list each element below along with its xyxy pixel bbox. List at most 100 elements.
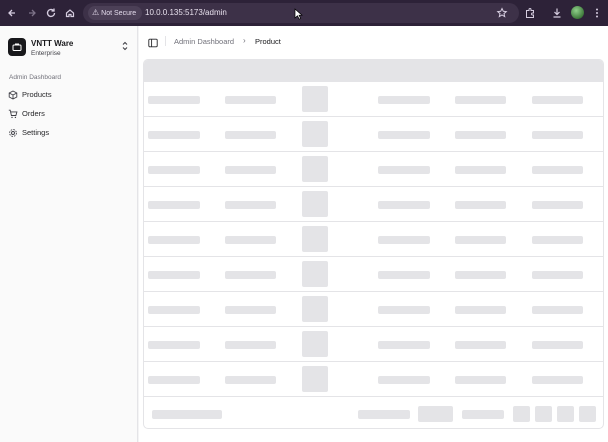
skeleton-image	[302, 86, 328, 112]
back-icon[interactable]	[4, 5, 20, 21]
table-row	[144, 82, 603, 117]
skeleton-bar	[148, 271, 200, 279]
skeleton-bar	[148, 341, 200, 349]
sidebar-item-products[interactable]: Products	[5, 87, 133, 103]
reload-icon[interactable]	[43, 5, 59, 21]
team-switcher[interactable]: VNTT Ware Enterprise	[5, 34, 133, 62]
skeleton-bar	[378, 96, 430, 104]
skeleton-bar	[148, 166, 200, 174]
forward-icon[interactable]	[24, 5, 40, 21]
skeleton-bar	[455, 341, 506, 349]
skeleton-bar	[148, 236, 200, 244]
team-name: VNTT Ware	[31, 39, 74, 48]
sidebar-group-label: Admin Dashboard	[9, 74, 62, 81]
sidebar-item-orders[interactable]: Orders	[5, 106, 133, 122]
table-row	[144, 152, 603, 187]
skeleton-bar	[378, 131, 430, 139]
cart-icon	[8, 109, 18, 119]
skeleton-bar	[148, 306, 200, 314]
extensions-icon[interactable]	[522, 5, 538, 21]
skeleton-bar	[455, 96, 506, 104]
team-logo	[8, 38, 26, 56]
skeleton-bar	[148, 131, 200, 139]
kebab-menu-icon[interactable]	[589, 5, 605, 21]
table-row	[144, 362, 603, 397]
skeleton-bar	[225, 201, 276, 209]
skeleton-bar	[225, 376, 276, 384]
url-text[interactable]: 10.0.0.135:5173/admin	[145, 3, 227, 23]
skeleton-bar	[455, 236, 506, 244]
skeleton-bar	[225, 96, 276, 104]
skeleton-bar	[532, 201, 583, 209]
table-row	[144, 327, 603, 362]
skeleton-bar	[358, 410, 410, 419]
skeleton-image	[302, 366, 328, 392]
skeleton-bar	[378, 166, 430, 174]
breadcrumb-current-page: Product	[255, 37, 281, 46]
sidebar-toggle-icon[interactable]	[148, 35, 158, 53]
table-row	[144, 222, 603, 257]
table-row	[144, 292, 603, 327]
skeleton-bar	[455, 166, 506, 174]
skeleton-bar	[455, 271, 506, 279]
skeleton-image	[302, 156, 328, 182]
bookmark-star-icon[interactable]	[494, 5, 510, 21]
team-plan: Enterprise	[31, 50, 61, 57]
skeleton-bar	[455, 201, 506, 209]
mouse-cursor-icon	[294, 8, 304, 20]
briefcase-icon	[12, 43, 22, 51]
skeleton-bar	[225, 131, 276, 139]
chevrons-up-down-icon	[121, 40, 129, 53]
skeleton-button	[557, 406, 574, 422]
skeleton-bar	[225, 271, 276, 279]
skeleton-bar	[532, 306, 583, 314]
skeleton-image	[302, 191, 328, 217]
table-row	[144, 257, 603, 292]
skeleton-button	[513, 406, 530, 422]
skeleton-bar	[225, 166, 276, 174]
download-icon[interactable]	[549, 5, 565, 21]
table-header-skeleton	[144, 60, 603, 82]
divider	[165, 36, 166, 46]
skeleton-bar	[378, 341, 430, 349]
sidebar: VNTT Ware Enterprise Admin Dashboard Pro…	[0, 26, 138, 442]
breadcrumb-admin-dashboard[interactable]: Admin Dashboard	[174, 37, 234, 46]
skeleton-bar	[532, 166, 583, 174]
skeleton-image	[302, 331, 328, 357]
skeleton-image	[302, 296, 328, 322]
pagination-skeleton	[144, 402, 603, 428]
skeleton-bar	[532, 341, 583, 349]
skeleton-bar	[378, 306, 430, 314]
skeleton-bar	[532, 236, 583, 244]
sidebar-item-settings[interactable]: Settings	[5, 125, 133, 141]
home-icon[interactable]	[62, 5, 78, 21]
skeleton-bar	[152, 410, 222, 419]
skeleton-bar	[225, 236, 276, 244]
skeleton-bar	[225, 341, 276, 349]
skeleton-button	[579, 406, 596, 422]
skeleton-button	[535, 406, 552, 422]
skeleton-bar	[225, 306, 276, 314]
skeleton-bar	[378, 376, 430, 384]
skeleton-image	[302, 121, 328, 147]
sidebar-item-label: Settings	[22, 128, 50, 137]
skeleton-bar	[462, 410, 504, 419]
skeleton-image	[302, 226, 328, 252]
app-window: VNTT Ware Enterprise Admin Dashboard Pro…	[0, 26, 608, 442]
main-content: Admin Dashboard › Product	[139, 26, 608, 442]
skeleton-bar	[455, 306, 506, 314]
skeleton-bar	[455, 131, 506, 139]
security-indicator[interactable]: ⚠ Not Secure	[88, 6, 143, 20]
header: Admin Dashboard › Product	[139, 26, 608, 56]
gear-icon	[9, 129, 17, 137]
skeleton-bar	[532, 131, 583, 139]
skeleton-bar	[532, 271, 583, 279]
warning-icon: ⚠	[92, 8, 100, 17]
skeleton-bar	[532, 376, 583, 384]
profile-avatar[interactable]	[571, 6, 584, 19]
sidebar-item-label: Orders	[22, 109, 45, 118]
skeleton-image	[302, 261, 328, 287]
skeleton-bar	[148, 376, 200, 384]
skeleton-bar	[455, 376, 506, 384]
products-table-skeleton	[143, 59, 604, 429]
